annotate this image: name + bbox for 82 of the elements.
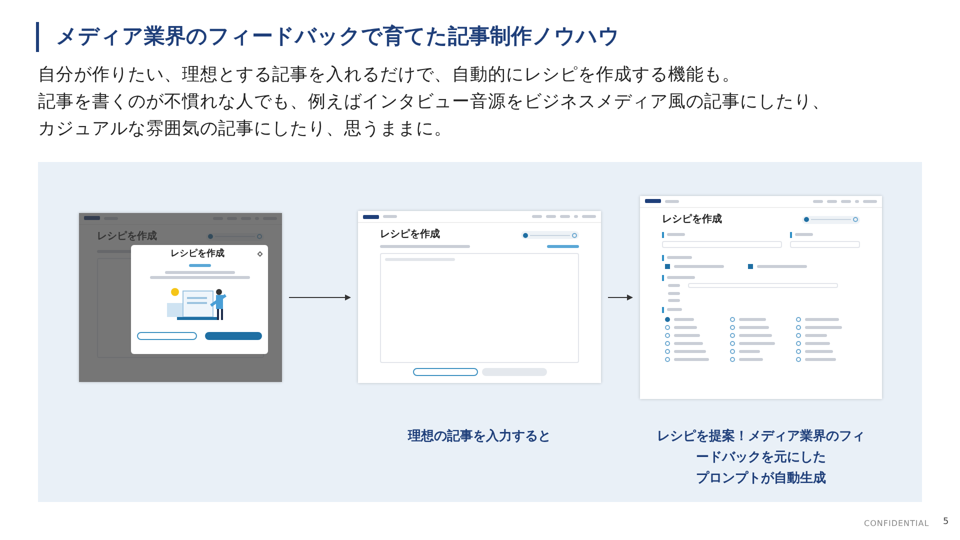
radio-button[interactable] xyxy=(796,324,801,330)
input-field[interactable] xyxy=(688,282,838,288)
blurred-text xyxy=(674,334,700,336)
blurred-text xyxy=(739,318,766,320)
radio-button[interactable] xyxy=(730,332,736,338)
radio-button[interactable] xyxy=(730,324,736,330)
input-field[interactable] xyxy=(662,240,782,248)
arrow-icon xyxy=(289,294,351,300)
blurred-text xyxy=(739,350,760,352)
blurred-text xyxy=(674,264,724,268)
page-title: レシピを作成 xyxy=(662,214,722,226)
radio-button[interactable] xyxy=(730,340,736,346)
blurred-text xyxy=(674,318,694,320)
blurred-text xyxy=(804,350,833,352)
primary-button[interactable] xyxy=(204,332,262,340)
slide-title: メディア業界のフィードバックで育てた記事制作ノウハウ xyxy=(56,23,620,50)
blurred-text xyxy=(668,298,680,302)
stepper-drawing xyxy=(521,231,579,239)
radio-button[interactable] xyxy=(796,316,801,322)
blurred-text xyxy=(674,342,703,344)
secondary-button[interactable] xyxy=(137,332,196,340)
blurred-text xyxy=(665,200,679,202)
radio-button[interactable] xyxy=(730,316,736,322)
caption-text: プロンプトが自動生成 xyxy=(695,470,827,488)
logo-icon xyxy=(363,214,379,218)
radio-button[interactable] xyxy=(665,356,670,362)
blurred-text xyxy=(804,318,839,320)
radio-button[interactable] xyxy=(796,356,801,362)
secondary-button[interactable] xyxy=(412,368,478,376)
blurred-text xyxy=(667,308,682,311)
description-line: 記事を書くのが不慣れな人でも、例えばインタビュー音源をビジネスメディア風の記事にしたり、 xyxy=(38,91,831,114)
blurred-text xyxy=(188,264,210,268)
blurred-text xyxy=(863,200,877,202)
blurred-text xyxy=(739,358,764,360)
blurred-text xyxy=(674,326,697,328)
page-title: レシピを作成 xyxy=(97,230,157,242)
blurred-text xyxy=(667,256,692,259)
blurred-text xyxy=(668,292,680,294)
radio-button[interactable] xyxy=(665,340,670,346)
description-line: 自分が作りたい、理想とする記事を入れるだけで、自動的にレシピを作成する機能も。 xyxy=(38,64,741,87)
logo-icon xyxy=(645,199,661,203)
stepper-drawing xyxy=(802,216,860,224)
blurred-text xyxy=(674,350,706,352)
modal-title: レシピを作成 xyxy=(170,248,224,260)
blurred-text xyxy=(674,358,709,360)
radio-button[interactable] xyxy=(796,348,801,354)
blurred-text xyxy=(667,233,685,236)
blurred-text xyxy=(164,271,234,274)
input-field[interactable] xyxy=(790,240,860,248)
blurred-text xyxy=(739,334,772,336)
radio-button[interactable] xyxy=(796,332,801,338)
description-line: カジュアルな雰囲気の記事にしたり、思うままに。 xyxy=(38,118,453,141)
radio-button[interactable] xyxy=(730,348,736,354)
checkbox[interactable] xyxy=(748,264,753,268)
radio-button[interactable] xyxy=(665,332,670,338)
checkbox[interactable] xyxy=(665,264,670,268)
blurred-text xyxy=(804,334,827,336)
radio-button[interactable] xyxy=(796,340,801,346)
blurred-text xyxy=(757,264,807,268)
radio-button[interactable] xyxy=(665,324,670,330)
confidential-label: CONFIDENTIAL xyxy=(864,518,930,530)
radio-button[interactable] xyxy=(665,316,670,322)
caption-text: レシピを提案！メディア業界のフィ xyxy=(656,428,866,446)
text-area-field[interactable] xyxy=(380,253,579,363)
blurred-text xyxy=(739,342,776,344)
page-title: レシピを作成 xyxy=(380,229,440,241)
blurred-text xyxy=(739,326,770,328)
blurred-text xyxy=(804,326,842,328)
radio-button[interactable] xyxy=(730,356,736,362)
caption-text: 理想の記事を入力すると xyxy=(406,428,552,446)
radio-button[interactable] xyxy=(665,348,670,354)
blurred-text xyxy=(668,284,680,286)
blurred-text xyxy=(383,215,397,218)
blurred-text xyxy=(804,342,830,344)
page-number: 5 xyxy=(943,516,949,529)
arrow-icon xyxy=(608,294,633,300)
caption-text: ードバックを元にした xyxy=(695,449,827,467)
blurred-text xyxy=(795,233,813,236)
blurred-text xyxy=(667,276,695,279)
blurred-text xyxy=(804,358,836,360)
blurred-text xyxy=(547,245,579,248)
blurred-text xyxy=(582,215,596,218)
